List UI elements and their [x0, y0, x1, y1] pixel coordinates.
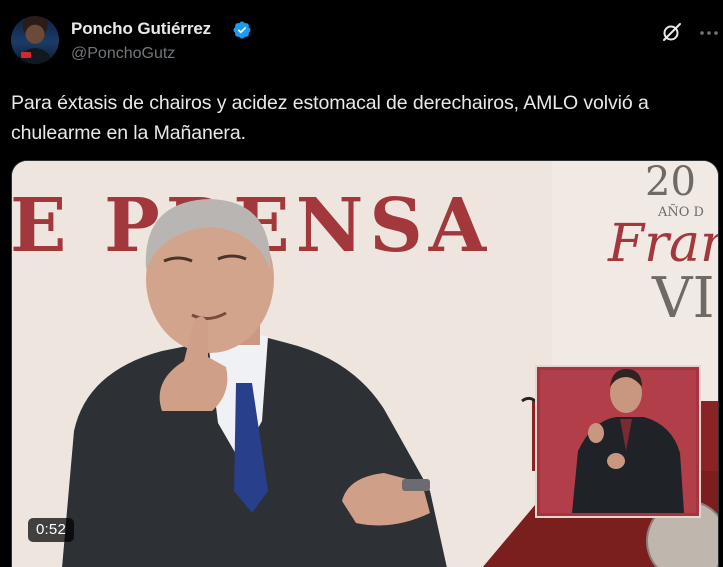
- backdrop-text-vi: VI: [651, 266, 715, 331]
- interpreter-hand-left: [588, 423, 604, 443]
- author-avatar[interactable]: [11, 16, 59, 64]
- verified-badge-icon: [233, 21, 251, 39]
- tweet: Poncho Gutiérrez @PonchoGutz Para éxtasi…: [0, 0, 723, 567]
- grok-icon[interactable]: [660, 20, 684, 44]
- video-player[interactable]: E PRENSA 20 AÑO D Fran VI: [11, 160, 719, 567]
- backdrop-text-fran: Fran: [607, 214, 718, 274]
- video-duration-badge: 0:52: [28, 518, 74, 542]
- interpreter-hand-right: [607, 453, 625, 469]
- avatar-badge: [21, 52, 31, 58]
- video-frame: E PRENSA 20 AÑO D Fran VI: [12, 161, 718, 567]
- author-handle[interactable]: @PonchoGutz: [71, 45, 175, 63]
- tweet-text: Para éxtasis de chairos y acidez estomac…: [11, 92, 649, 144]
- author-display-name[interactable]: Poncho Gutiérrez: [71, 19, 211, 39]
- backdrop-text-year: 20: [645, 161, 696, 205]
- more-options-icon[interactable]: [699, 23, 719, 43]
